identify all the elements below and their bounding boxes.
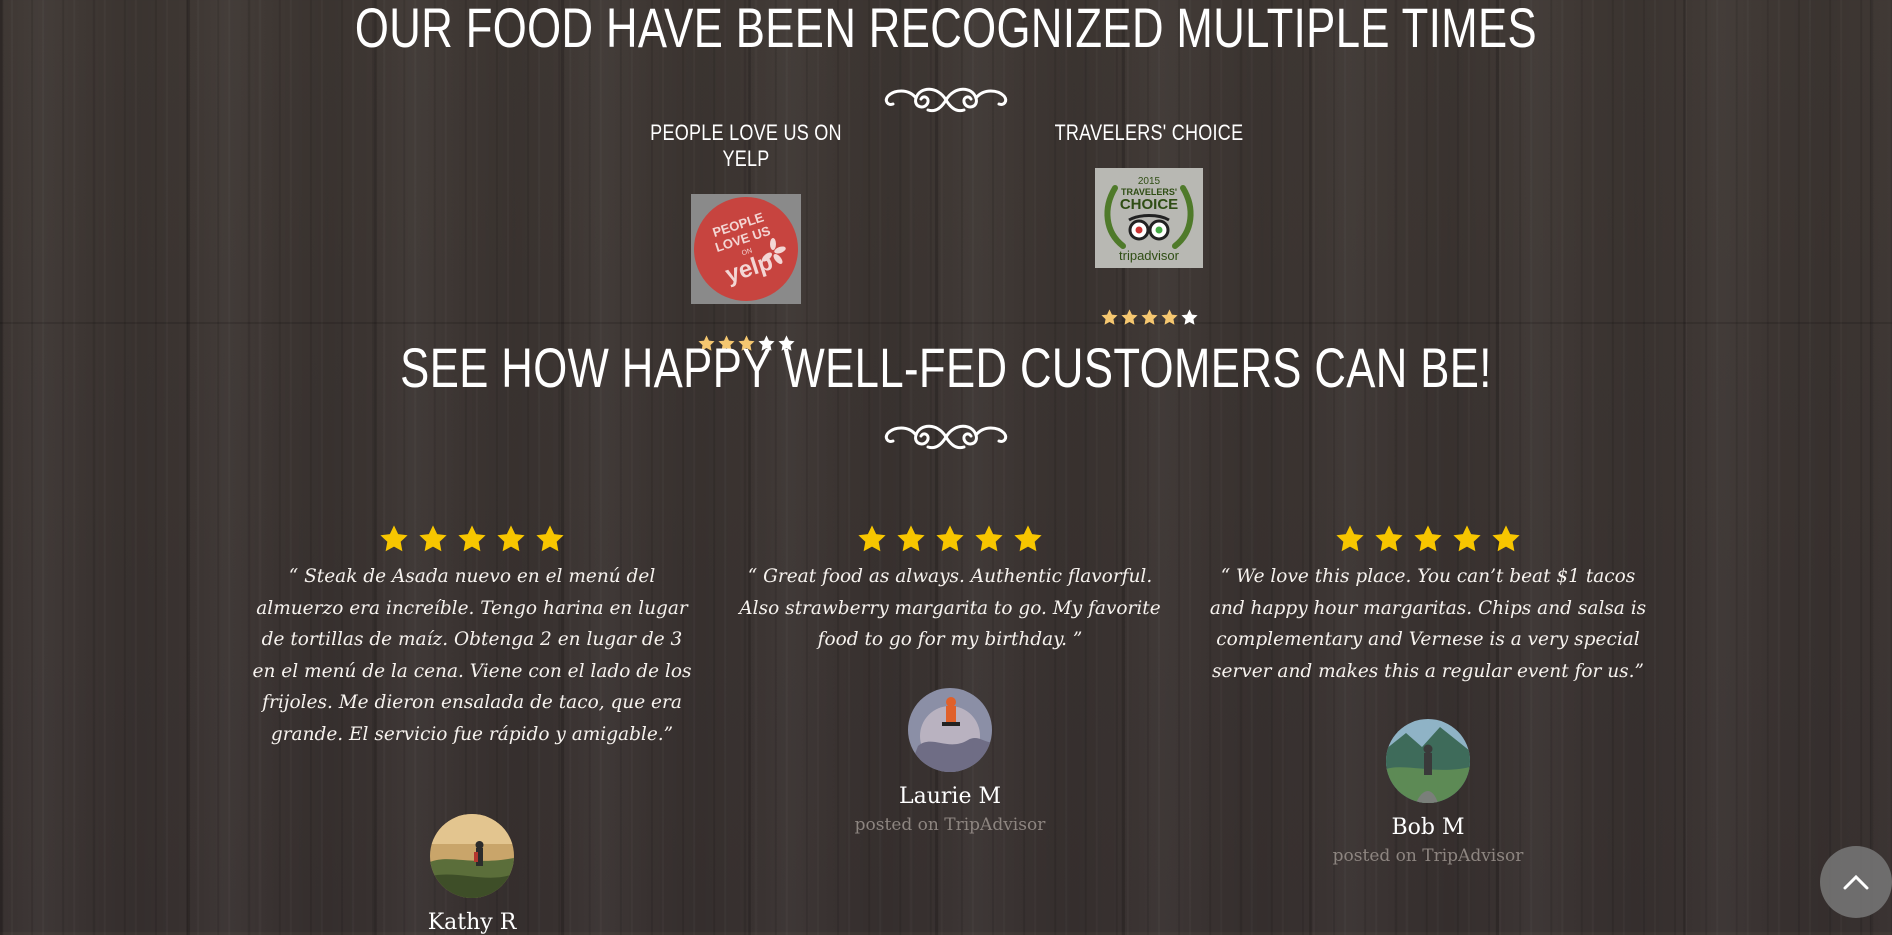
star-icon [975, 525, 1003, 552]
star-icon [1014, 525, 1042, 552]
flourish-icon [884, 87, 1008, 113]
star-icon [1492, 525, 1520, 552]
star-icon [1120, 309, 1138, 325]
reviewer-name: Laurie M [899, 783, 1001, 809]
reviewer-source: posted on TripAdvisor [854, 814, 1046, 835]
star-icon [1180, 309, 1198, 325]
testimonials-heading: SEE HOW HAPPY WELL-FED CUSTOMERS CAN BE! [400, 336, 1492, 399]
star-icon [936, 525, 964, 552]
star-icon [1336, 525, 1364, 552]
avatar [1386, 719, 1470, 803]
award-travelers-choice: TRAVELERS' CHOICE 2015 TRAVELERS' CHOICE… [1019, 120, 1279, 327]
award-yelp: PEOPLE LOVE US ON YELP PEOPLE LOVE US ON… [616, 120, 876, 353]
star-icon [1453, 525, 1481, 552]
svg-text:CHOICE: CHOICE [1120, 196, 1178, 213]
reviewer-name: Kathy R [427, 910, 517, 935]
star-icon [536, 525, 564, 552]
review-stars [730, 523, 1170, 555]
review-quote: “ Steak de Asada nuevo en el menú del al… [252, 566, 692, 745]
review-stars [252, 523, 692, 555]
review-card: “ We love this place. You can’t beat $1 … [1208, 523, 1648, 866]
chevron-up-icon [1843, 874, 1869, 890]
review-stars [1208, 523, 1648, 555]
review-quote: “ We love this place. You can’t beat $1 … [1209, 566, 1647, 682]
svg-text:tripadvisor: tripadvisor [1119, 248, 1180, 263]
star-icon [419, 525, 447, 552]
travelers-choice-rating [1019, 308, 1279, 327]
section-divider [0, 322, 1892, 324]
star-icon [1375, 525, 1403, 552]
star-icon [1160, 309, 1178, 325]
star-icon [458, 525, 486, 552]
tripadvisor-badge-image: 2015 TRAVELERS' CHOICE tripadvisor [1095, 168, 1203, 268]
scroll-to-top-button[interactable] [1820, 846, 1892, 918]
star-icon [1140, 309, 1158, 325]
star-icon [1100, 309, 1118, 325]
review-card: “ Great food as always. Authentic flavor… [730, 523, 1170, 835]
award-title: TRAVELERS' CHOICE [1054, 120, 1244, 145]
review-card: “ Steak de Asada nuevo en el menú del al… [252, 523, 692, 935]
reviewer-source: posted on TripAdvisor [1332, 846, 1524, 866]
award-title: PEOPLE LOVE US ON YELP [650, 120, 842, 171]
awards-heading: OUR FOOD HAVE BEEN RECOGNIZED MULTIPLE T… [354, 0, 1538, 59]
star-icon [380, 525, 408, 552]
star-icon [858, 525, 886, 552]
review-quote: “ Great food as always. Authentic flavor… [739, 566, 1161, 650]
reviewer-name: Bob M [1391, 815, 1465, 840]
star-icon [897, 525, 925, 552]
avatar [430, 814, 514, 898]
star-icon [1414, 525, 1442, 552]
avatar [908, 687, 992, 772]
svg-text:2015: 2015 [1138, 176, 1161, 187]
star-icon [497, 525, 525, 552]
yelp-badge-image: PEOPLE LOVE US ON yelp [691, 194, 801, 304]
flourish-icon [884, 424, 1008, 450]
